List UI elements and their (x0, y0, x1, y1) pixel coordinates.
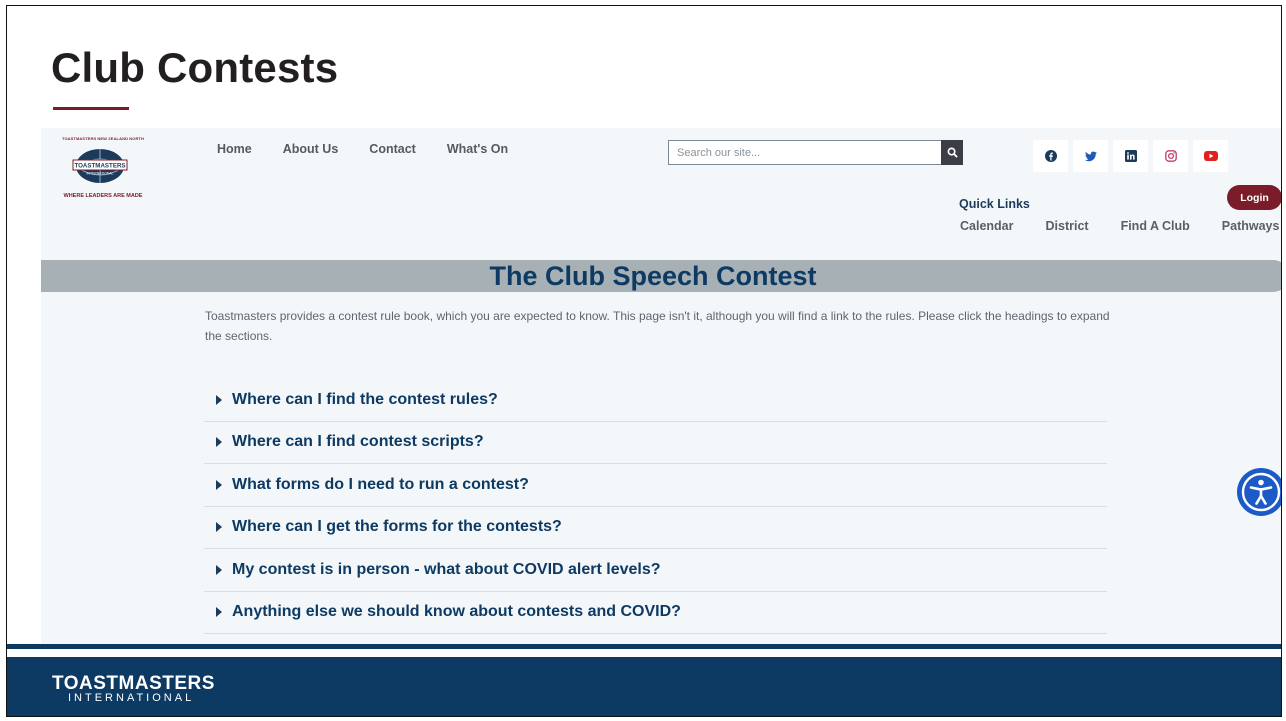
footer-brand-line2: INTERNATIONAL (68, 692, 195, 704)
faq-question: Where can I find the contest rules? (232, 390, 498, 408)
login-button[interactable]: Login (1227, 185, 1281, 210)
faq-question: Where can I get the forms for the contes… (232, 518, 562, 536)
slide-frame: Club Contests TOASTMASTERS NEW ZEALAND N… (6, 5, 1282, 717)
search-button[interactable] (941, 140, 963, 165)
faq-question: My contest is in person - what about COV… (232, 560, 661, 578)
linkedin-link[interactable] (1113, 140, 1148, 172)
logo-sub-text: INTERNATIONAL (87, 172, 114, 176)
faq-item[interactable]: Where can I get the forms for the contes… (204, 507, 1107, 549)
search-box (668, 140, 944, 165)
website-screenshot: TOASTMASTERS NEW ZEALAND NORTH TOASTMAST… (41, 128, 1281, 648)
logo-banner-text: TOASTMASTERS (74, 163, 125, 170)
footer-brand-line1: TOASTMASTERS (52, 673, 215, 694)
footer-logo: TOASTMASTERS INTERNATIONAL (52, 674, 215, 704)
faq-item[interactable]: What forms do I need to run a contest? (204, 464, 1107, 507)
page-heading-banner: The Club Speech Contest (41, 260, 1281, 292)
expand-arrow-icon (216, 394, 222, 405)
search-input[interactable] (669, 141, 925, 164)
nav-contact[interactable]: Contact (369, 142, 416, 156)
quick-link-pathways[interactable]: Pathways (1222, 219, 1280, 233)
site-logo[interactable]: TOASTMASTERS NEW ZEALAND NORTH TOASTMAST… (53, 136, 153, 199)
youtube-link[interactable] (1193, 140, 1228, 172)
accessibility-button[interactable] (1237, 468, 1281, 516)
nav-about-us[interactable]: About Us (283, 142, 339, 156)
logo-tagline: WHERE LEADERS ARE MADE (63, 193, 143, 199)
faq-item[interactable]: Where can I find contest scripts? (204, 422, 1107, 464)
quick-link-calendar[interactable]: Calendar (960, 219, 1014, 233)
nav-home[interactable]: Home (217, 142, 252, 156)
search-icon (947, 147, 958, 158)
twitter-link[interactable] (1073, 140, 1108, 172)
faq-accordion: Where can I find the contest rules? Wher… (204, 379, 1107, 634)
twitter-icon (1084, 150, 1097, 161)
faq-question: Anything else we should know about conte… (232, 603, 681, 621)
quick-links-label: Quick Links (959, 197, 1030, 211)
social-links (1033, 140, 1228, 172)
expand-arrow-icon (216, 522, 222, 533)
expand-arrow-icon (216, 607, 222, 618)
title-underline (53, 107, 129, 110)
slide-footer: TOASTMASTERS INTERNATIONAL (7, 657, 1281, 716)
slide-title: Club Contests (51, 44, 339, 91)
faq-item[interactable]: Anything else we should know about conte… (204, 592, 1107, 634)
expand-arrow-icon (216, 564, 222, 575)
instagram-link[interactable] (1153, 140, 1188, 172)
accessibility-icon (1241, 472, 1281, 512)
faq-item[interactable]: My contest is in person - what about COV… (204, 549, 1107, 592)
logo-top-text: TOASTMASTERS NEW ZEALAND NORTH (61, 136, 145, 141)
faq-item[interactable]: Where can I find the contest rules? (204, 379, 1107, 422)
facebook-icon (1044, 150, 1057, 162)
instagram-icon (1164, 150, 1177, 162)
quick-links: Calendar District Find A Club Pathways (960, 219, 1279, 233)
faq-question: What forms do I need to run a contest? (232, 475, 529, 493)
linkedin-icon (1124, 150, 1137, 162)
intro-paragraph: Toastmasters provides a contest rule boo… (205, 309, 1110, 343)
quick-link-find-a-club[interactable]: Find A Club (1121, 219, 1190, 233)
footer-divider (7, 644, 1281, 649)
faq-question: Where can I find contest scripts? (232, 433, 484, 451)
quick-link-district[interactable]: District (1046, 219, 1089, 233)
page-heading: The Club Speech Contest (489, 260, 817, 291)
youtube-icon (1203, 151, 1218, 161)
expand-arrow-icon (216, 479, 222, 490)
expand-arrow-icon (216, 437, 222, 448)
main-nav: Home About Us Contact What's On (217, 142, 508, 156)
globe-icon: TOASTMASTERS INTERNATIONAL (72, 149, 128, 183)
facebook-link[interactable] (1033, 140, 1068, 172)
nav-whats-on[interactable]: What's On (447, 142, 508, 156)
